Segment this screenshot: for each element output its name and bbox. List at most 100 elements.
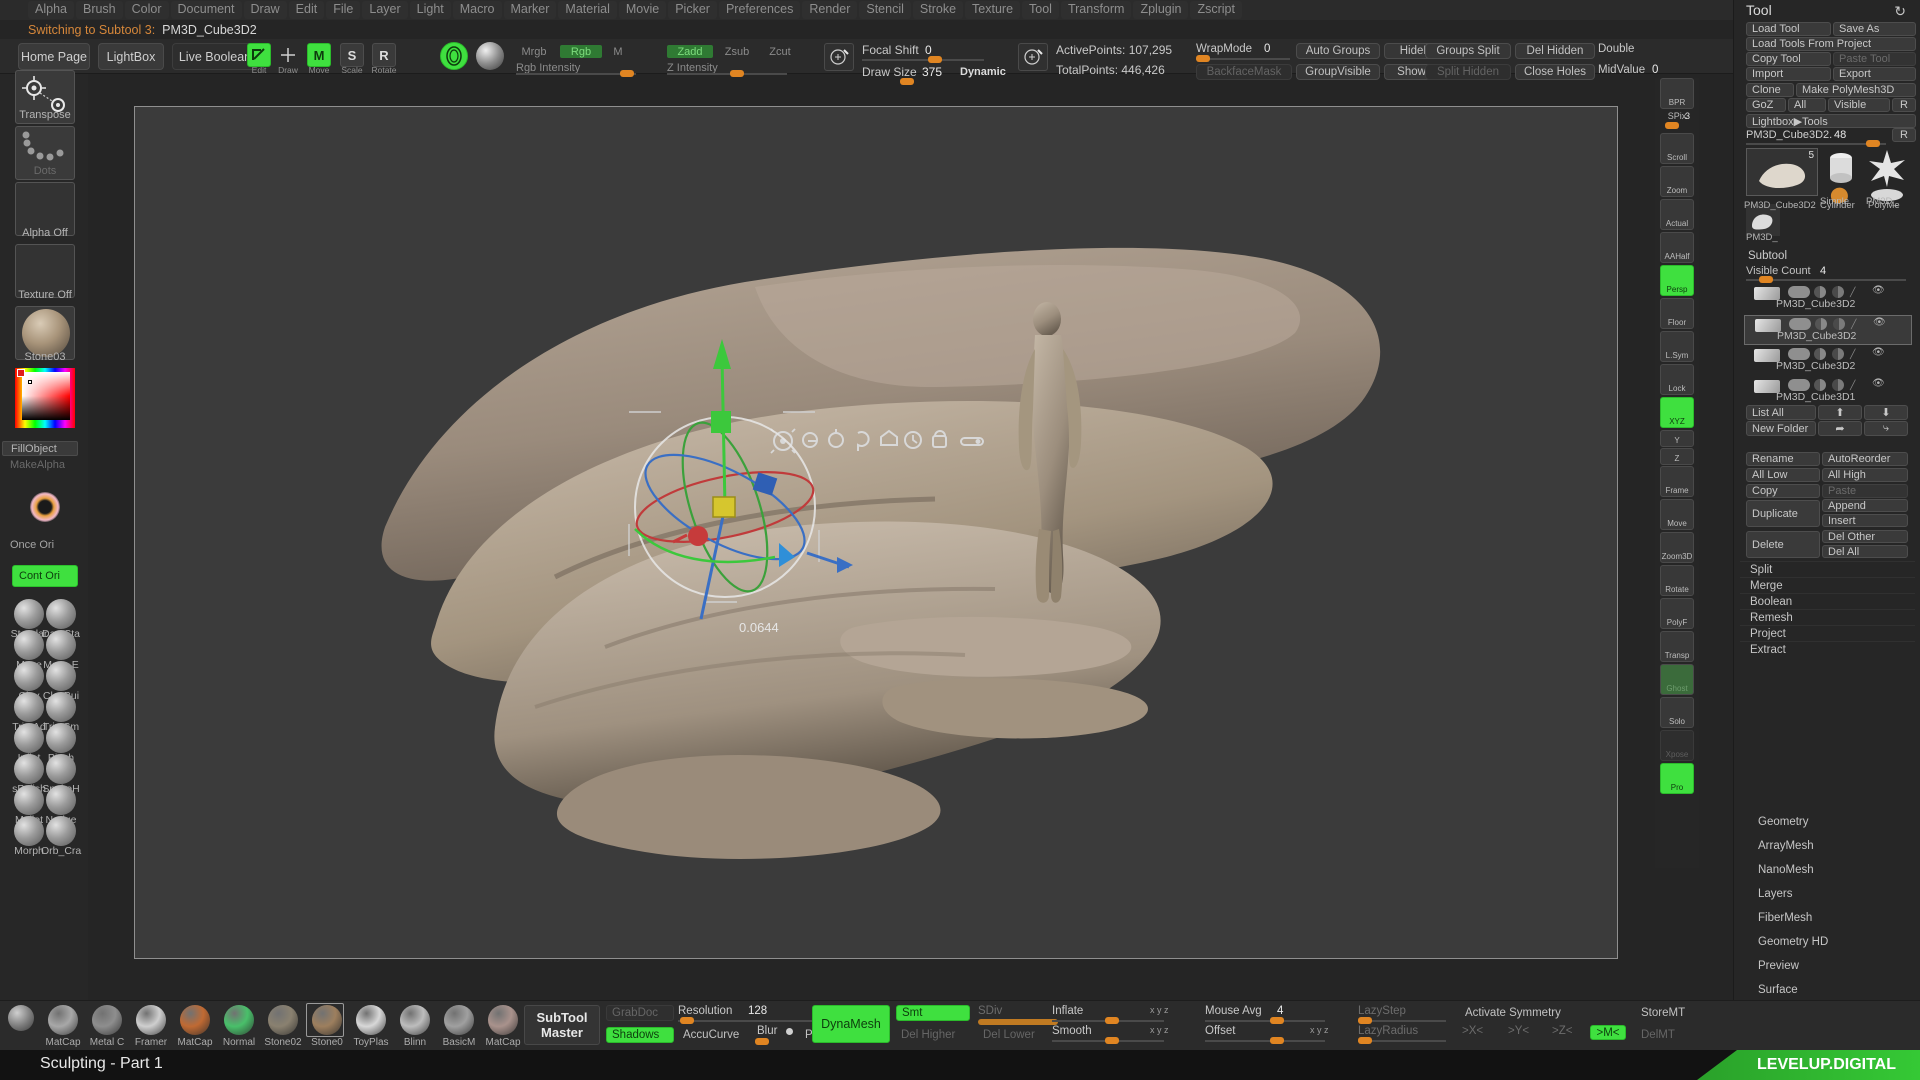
visible-button[interactable]: Visible bbox=[1828, 98, 1890, 112]
offset-knob[interactable] bbox=[1270, 1037, 1284, 1044]
del-other-button[interactable]: Del Other bbox=[1822, 530, 1908, 543]
store-mt-button[interactable]: StoreMT bbox=[1636, 1005, 1698, 1021]
menu-item-brush[interactable]: Brush bbox=[76, 1, 123, 19]
subtool-brush-toggle[interactable]: ╱ bbox=[1850, 287, 1862, 297]
dynamesh-button[interactable]: DynaMesh bbox=[812, 1005, 890, 1043]
menu-item-texture[interactable]: Texture bbox=[965, 1, 1020, 19]
menu-item-draw[interactable]: Draw bbox=[244, 1, 287, 19]
menu-item-color[interactable]: Color bbox=[125, 1, 169, 19]
strip-button-floor[interactable]: Floor bbox=[1660, 298, 1694, 329]
subtool-visibility-toggle[interactable] bbox=[1788, 286, 1810, 298]
subtool-eye-icon[interactable]: 👁 bbox=[1873, 317, 1886, 328]
brush-icon-2[interactable] bbox=[14, 630, 44, 660]
strip-button-actual[interactable]: Actual bbox=[1660, 199, 1694, 230]
quick-pick-icon[interactable] bbox=[30, 492, 60, 522]
menu-item-edit[interactable]: Edit bbox=[289, 1, 325, 19]
menu-item-movie[interactable]: Movie bbox=[619, 1, 666, 19]
save-as-button[interactable]: Save As bbox=[1833, 22, 1916, 36]
subtool-eye-icon[interactable]: 👁 bbox=[1872, 347, 1885, 358]
visible-count-knob[interactable] bbox=[1759, 276, 1773, 283]
scale-mode-icon[interactable]: S bbox=[340, 43, 364, 67]
draw-size-knob[interactable] bbox=[900, 78, 914, 85]
rgb-intensity-track[interactable] bbox=[516, 73, 636, 75]
list-all-button[interactable]: List All bbox=[1746, 405, 1816, 420]
viewport-scene[interactable]: 0.0644 0.0644 bbox=[135, 107, 1617, 958]
strip-button-ghost[interactable]: Ghost bbox=[1660, 664, 1694, 695]
draw-mode-icon[interactable] bbox=[276, 43, 300, 67]
smooth-knob[interactable] bbox=[1105, 1037, 1119, 1044]
double-label[interactable]: Double bbox=[1598, 43, 1634, 55]
subtool-transparency-toggle[interactable] bbox=[1832, 379, 1844, 391]
edit-mode-icon[interactable] bbox=[247, 43, 271, 67]
activate-symmetry-button[interactable]: Activate Symmetry bbox=[1460, 1005, 1608, 1021]
lightbox-button[interactable]: LightBox bbox=[98, 43, 164, 70]
strip-button-z[interactable]: Z bbox=[1660, 448, 1694, 465]
tool-reset-icon[interactable]: ↻ bbox=[1894, 3, 1906, 20]
menu-item-layer[interactable]: Layer bbox=[362, 1, 407, 19]
load-tool-button[interactable]: Load Tool bbox=[1746, 22, 1831, 36]
backface-mask-button[interactable]: BackfaceMask bbox=[1196, 64, 1292, 80]
new-folder-button[interactable]: New Folder bbox=[1746, 421, 1816, 436]
brush-icon-1[interactable] bbox=[46, 599, 76, 629]
strip-slider-knob[interactable] bbox=[1665, 122, 1679, 129]
menu-item-marker[interactable]: Marker bbox=[504, 1, 557, 19]
material-ball-3[interactable] bbox=[180, 1005, 210, 1035]
smooth-axis-icon[interactable]: x y z bbox=[1150, 1025, 1169, 1035]
brush-icon-13[interactable] bbox=[46, 785, 76, 815]
menu-item-transform[interactable]: Transform bbox=[1061, 1, 1132, 19]
brush-icon-0[interactable] bbox=[14, 599, 44, 629]
color-picker[interactable] bbox=[15, 368, 75, 428]
inflate-knob[interactable] bbox=[1105, 1017, 1119, 1024]
focal-shift-knob[interactable] bbox=[928, 56, 942, 63]
symmetry-x-button[interactable]: >X< bbox=[1462, 1025, 1483, 1037]
mrgb-toggle[interactable]: Mrgb bbox=[516, 45, 552, 58]
menu-item-macro[interactable]: Macro bbox=[453, 1, 502, 19]
subtool-polypaint-toggle[interactable] bbox=[1814, 286, 1826, 298]
strip-button-bpr[interactable]: BPR bbox=[1660, 78, 1694, 109]
delete-button[interactable]: Delete bbox=[1746, 531, 1820, 558]
strip-button-frame[interactable]: Frame bbox=[1660, 466, 1694, 497]
del-mt-button[interactable]: DelMT bbox=[1636, 1027, 1698, 1043]
rename-button[interactable]: Rename bbox=[1746, 452, 1820, 466]
make-alpha-button[interactable]: MakeAlpha bbox=[2, 459, 78, 471]
material-ball-10[interactable] bbox=[488, 1005, 518, 1035]
tool-section-nanomesh[interactable]: NanoMesh bbox=[1758, 864, 1814, 876]
goz-button[interactable]: GoZ bbox=[1746, 98, 1786, 112]
mouse-avg-track[interactable] bbox=[1205, 1020, 1325, 1022]
wrapmode-track[interactable] bbox=[1196, 58, 1290, 60]
import-button[interactable]: Import bbox=[1746, 67, 1831, 81]
goz-r-button[interactable]: R bbox=[1892, 98, 1916, 112]
material-ball-7[interactable] bbox=[356, 1005, 386, 1035]
focal-shift-dial-icon[interactable] bbox=[824, 43, 854, 71]
strip-button-transp[interactable]: Transp bbox=[1660, 631, 1694, 662]
m-toggle[interactable]: M bbox=[610, 45, 626, 58]
all-low-button[interactable]: All Low bbox=[1746, 468, 1820, 482]
strip-button-zoom3d[interactable]: Zoom3D bbox=[1660, 532, 1694, 563]
tool-section-geometry[interactable]: Geometry bbox=[1758, 816, 1809, 828]
subtool-transparency-toggle[interactable] bbox=[1832, 348, 1844, 360]
material-ball-5[interactable] bbox=[268, 1005, 298, 1035]
offset-track[interactable] bbox=[1205, 1040, 1325, 1042]
material-ball-6[interactable] bbox=[312, 1005, 342, 1035]
inflate-axis-icon[interactable]: x y z bbox=[1150, 1005, 1169, 1015]
brush-icon-10[interactable] bbox=[14, 754, 44, 784]
current-tool-knob[interactable] bbox=[1866, 140, 1880, 147]
strip-button-aahalf[interactable]: AAHalf bbox=[1660, 232, 1694, 263]
rgb-toggle[interactable]: Rgb bbox=[560, 45, 602, 58]
menu-item-material[interactable]: Material bbox=[558, 1, 616, 19]
lazy-radius-knob[interactable] bbox=[1358, 1037, 1372, 1044]
split-hidden-button[interactable]: Split Hidden bbox=[1425, 64, 1511, 80]
home-page-button[interactable]: Home Page bbox=[18, 43, 90, 70]
z-intensity-knob[interactable] bbox=[730, 70, 744, 77]
subtool-indent-button[interactable]: ➦ bbox=[1818, 421, 1862, 436]
strip-button-lock[interactable]: Lock bbox=[1660, 364, 1694, 395]
tool-section-preview[interactable]: Preview bbox=[1758, 960, 1799, 972]
draw-size-dial-icon[interactable] bbox=[1018, 43, 1048, 71]
del-all-button[interactable]: Del All bbox=[1822, 545, 1908, 558]
material-ball-9[interactable] bbox=[444, 1005, 474, 1035]
brush-icon-9[interactable] bbox=[46, 723, 76, 753]
menu-item-stencil[interactable]: Stencil bbox=[859, 1, 911, 19]
tool-section-arraymesh[interactable]: ArrayMesh bbox=[1758, 840, 1814, 852]
subtool-down-button[interactable]: ⬇ bbox=[1864, 405, 1908, 420]
offset-axis-icon[interactable]: x y z bbox=[1310, 1025, 1329, 1035]
